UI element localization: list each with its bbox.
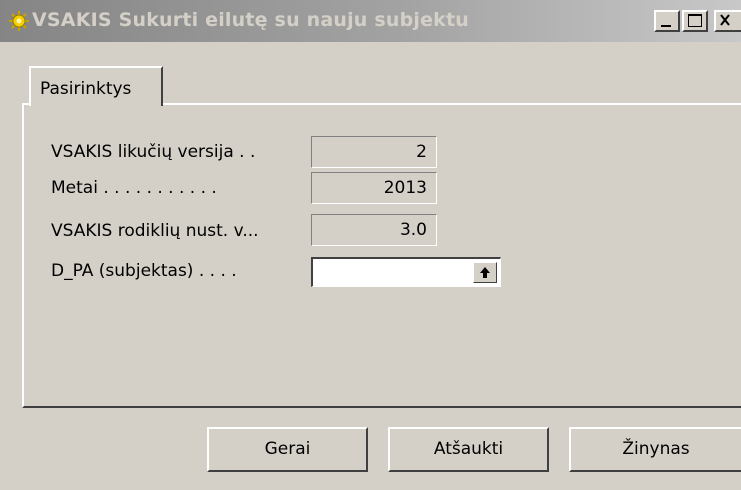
- tab-label: Pasirinktys: [40, 79, 132, 99]
- maximize-icon: [688, 14, 702, 27]
- ok-button[interactable]: Gerai: [207, 427, 368, 472]
- minimize-button[interactable]: [654, 10, 680, 32]
- tab-pasirinktys[interactable]: Pasirinktys: [29, 66, 163, 106]
- close-icon: [720, 14, 730, 26]
- cancel-button[interactable]: Atšaukti: [388, 427, 549, 472]
- close-button[interactable]: [714, 10, 741, 32]
- help-button[interactable]: Žinynas: [569, 427, 741, 472]
- sun-gear-icon: [9, 11, 29, 31]
- window-title: VSAKIS Sukurti eilutę su nauju subjektu: [32, 9, 470, 31]
- minimize-icon: [661, 25, 671, 27]
- title-bar[interactable]: VSAKIS Sukurti eilutę su nauju subjektu: [0, 0, 741, 42]
- tab-panel: [22, 103, 741, 408]
- maximize-button[interactable]: [682, 10, 708, 32]
